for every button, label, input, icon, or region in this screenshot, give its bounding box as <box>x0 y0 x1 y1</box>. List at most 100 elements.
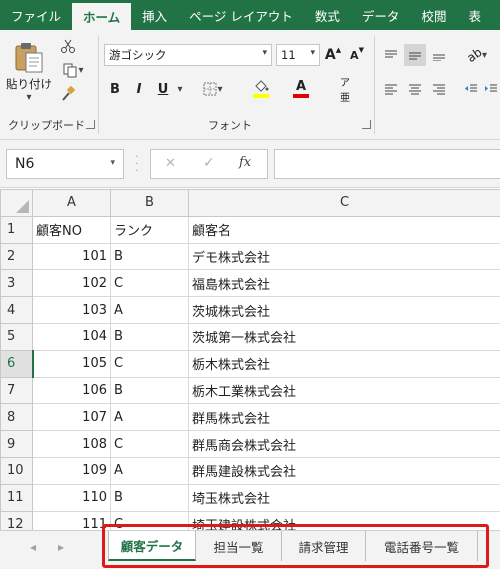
cell-b[interactable]: C <box>110 349 189 378</box>
row-header[interactable]: 4 <box>0 296 33 324</box>
column-header-c[interactable]: C <box>188 189 500 217</box>
underline-dropdown[interactable]: ▾ <box>174 78 186 100</box>
cell-c[interactable]: 群馬株式会社 <box>188 403 500 432</box>
cell-a[interactable]: 106 <box>32 376 111 405</box>
borders-button[interactable]: ▾ <box>196 78 230 100</box>
row-header[interactable]: 6 <box>0 349 34 378</box>
cell-c[interactable]: 栃木株式会社 <box>188 349 500 378</box>
cell-c[interactable]: 茨城第一株式会社 <box>188 322 500 351</box>
cell-a[interactable]: 110 <box>32 483 111 512</box>
tab-insert[interactable]: 挿入 <box>131 0 178 30</box>
row-header[interactable]: 10 <box>0 456 33 485</box>
align-middle-icon <box>409 52 421 60</box>
cell-b[interactable]: A <box>110 296 189 324</box>
tab-view[interactable]: 表 <box>457 0 492 30</box>
row-header[interactable]: 5 <box>0 322 33 351</box>
cell-b[interactable]: A <box>110 403 189 432</box>
cell-c[interactable]: 顧客名 <box>188 215 500 244</box>
shrink-font-button[interactable]: A ▼ <box>346 44 368 66</box>
cell-b[interactable]: ランク <box>110 215 189 244</box>
phonetic-button[interactable]: ア亜 <box>330 78 360 104</box>
tab-file[interactable]: ファイル <box>0 0 72 30</box>
decrease-indent-button[interactable] <box>460 78 482 100</box>
cell-c[interactable]: 群馬建設株式会社 <box>188 456 500 485</box>
align-middle-button[interactable] <box>404 44 426 66</box>
indent-icon <box>485 84 497 92</box>
cancel-icon[interactable]: ✕ <box>165 156 176 171</box>
cell-c[interactable]: 福島株式会社 <box>188 269 500 298</box>
dialog-launcher-icon[interactable] <box>362 120 371 129</box>
name-box[interactable]: N6 ▾ <box>6 149 124 179</box>
cell-b[interactable]: A <box>110 456 189 485</box>
enter-icon[interactable]: ✓ <box>203 155 215 171</box>
italic-button[interactable]: I <box>128 78 150 100</box>
tab-home[interactable]: ホーム <box>72 3 132 30</box>
format-painter-button[interactable] <box>56 84 80 104</box>
font-name-select[interactable]: 游ゴシック ▾ <box>104 44 272 66</box>
cut-button[interactable] <box>56 36 80 56</box>
grow-font-button[interactable]: A ▲ <box>322 44 344 66</box>
formula-input[interactable] <box>274 149 500 179</box>
tab-page-layout[interactable]: ページ レイアウト <box>178 0 304 30</box>
cell-b[interactable]: B <box>110 322 189 351</box>
cell-a[interactable]: 107 <box>32 403 111 432</box>
cell-a[interactable]: 108 <box>32 430 111 458</box>
cell-b[interactable]: B <box>110 483 189 512</box>
cell-a[interactable]: 109 <box>32 456 111 485</box>
align-right-button[interactable] <box>428 78 450 100</box>
row-header[interactable]: 9 <box>0 430 33 458</box>
align-bottom-button[interactable] <box>428 44 450 66</box>
tab-formulas[interactable]: 数式 <box>304 0 351 30</box>
cell-c[interactable]: 栃木工業株式会社 <box>188 376 500 405</box>
align-top-button[interactable] <box>380 44 402 66</box>
cell-b[interactable]: C <box>110 430 189 458</box>
cell-c[interactable]: 埼玉株式会社 <box>188 483 500 512</box>
cell-a[interactable]: 102 <box>32 269 111 298</box>
cell-b[interactable]: C <box>110 269 189 298</box>
sheet-tab-billing[interactable]: 請求管理 <box>282 531 366 561</box>
tab-data[interactable]: データ <box>351 0 411 30</box>
orientation-button[interactable]: ab ▾ <box>460 44 494 66</box>
align-left-button[interactable] <box>380 78 402 100</box>
cell-a[interactable]: 101 <box>32 242 111 271</box>
cell-a[interactable]: 105 <box>32 349 111 378</box>
tab-review[interactable]: 校閲 <box>410 0 457 30</box>
select-all-corner[interactable] <box>0 189 33 217</box>
cell-c[interactable]: デモ株式会社 <box>188 242 500 271</box>
scroll-left-icon[interactable]: ◂ <box>30 540 36 554</box>
row-header[interactable]: 8 <box>0 403 33 432</box>
chevron-down-icon: ▾ <box>310 48 315 58</box>
cell-a[interactable]: 103 <box>32 296 111 324</box>
fill-color-button[interactable] <box>244 76 278 102</box>
cell-c[interactable]: 茨城株式会社 <box>188 296 500 324</box>
sheet-tab-phone-list[interactable]: 電話番号一覧 <box>366 531 478 561</box>
cell-c[interactable]: 群馬商会株式会社 <box>188 430 500 458</box>
sheet-tab-customers[interactable]: 顧客データ <box>108 531 196 561</box>
font-size-select[interactable]: 11 ▾ <box>276 44 320 66</box>
font-color-button[interactable]: A <box>284 76 318 102</box>
copy-icon <box>63 63 77 78</box>
paste-button[interactable]: 貼り付け ▾ <box>4 36 54 106</box>
increase-indent-button[interactable] <box>482 78 500 100</box>
row-header[interactable]: 3 <box>0 269 33 298</box>
underline-button[interactable]: U <box>152 78 174 100</box>
cell-b[interactable]: B <box>110 242 189 271</box>
cell-a[interactable]: 顧客NO <box>32 215 111 244</box>
row-header[interactable]: 11 <box>0 483 33 512</box>
column-header-a[interactable]: A <box>32 189 111 217</box>
bold-button[interactable]: B <box>104 78 126 100</box>
row-header[interactable]: 7 <box>0 376 33 405</box>
cell-b[interactable]: B <box>110 376 189 405</box>
row-header[interactable]: 2 <box>0 242 33 271</box>
cell-a[interactable]: 104 <box>32 322 111 351</box>
sheet-tab-staff[interactable]: 担当一覧 <box>196 531 282 561</box>
shrink-font-icon: A <box>350 48 359 62</box>
column-header-b[interactable]: B <box>110 189 189 217</box>
row-header[interactable]: 1 <box>0 215 33 244</box>
insert-function-icon[interactable]: fx <box>239 155 251 170</box>
copy-button[interactable]: ▾ <box>56 60 90 80</box>
align-center-button[interactable] <box>404 78 426 100</box>
dialog-launcher-icon[interactable] <box>86 120 95 129</box>
scroll-right-icon[interactable]: ▸ <box>58 540 64 554</box>
scissors-icon <box>61 39 75 53</box>
